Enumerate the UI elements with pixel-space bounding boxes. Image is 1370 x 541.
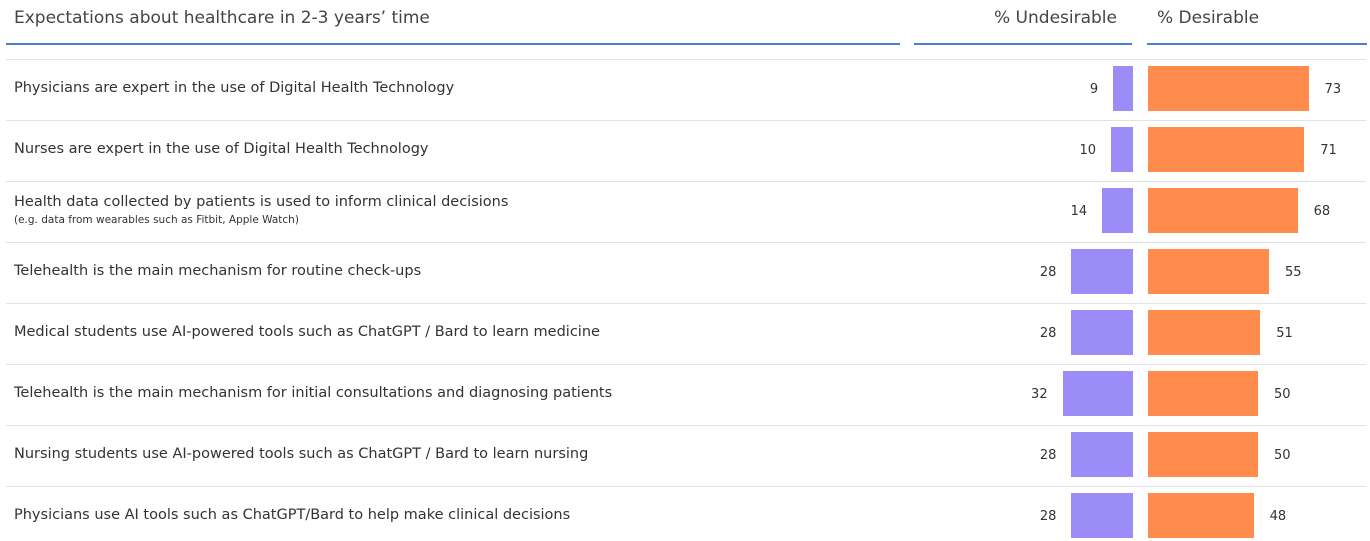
desirable-bar — [1148, 432, 1258, 477]
desirable-value: 50 — [1274, 447, 1291, 463]
row-separator — [6, 303, 1366, 304]
undesirable-value: 28 — [1039, 325, 1057, 341]
undesirable-value: 28 — [1039, 447, 1057, 463]
row-label: Telehealth is the main mechanism for ini… — [14, 384, 613, 401]
row-separator — [6, 120, 1366, 121]
undesirable-bar — [1102, 188, 1133, 233]
undesirable-column-header: % Undesirable — [994, 8, 1117, 28]
undesirable-bar — [1111, 127, 1133, 172]
undesirable-value: 32 — [1031, 386, 1048, 402]
desirable-value: 68 — [1313, 203, 1331, 219]
desirable-bar — [1148, 127, 1305, 172]
row-label: Physicians use AI tools such as ChatGPT/… — [14, 506, 571, 523]
undesirable-value: 14 — [1070, 203, 1088, 219]
desirable-value: 50 — [1274, 386, 1291, 402]
undesirable-value: 28 — [1039, 264, 1057, 280]
row-separator — [6, 242, 1366, 243]
row-separator — [6, 425, 1366, 426]
row-label: Health data collected by patients is use… — [14, 193, 509, 210]
row-label: Medical students use AI-powered tools su… — [14, 323, 600, 340]
desirable-value: 48 — [1269, 508, 1287, 524]
desirable-value: 51 — [1276, 325, 1293, 341]
chart-title: Expectations about healthcare in 2-3 yea… — [14, 8, 430, 28]
header-rule-undesirable — [914, 43, 1132, 45]
row-separator — [6, 486, 1366, 487]
desirable-value: 55 — [1285, 264, 1302, 280]
row-label: Physicians are expert in the use of Digi… — [14, 79, 455, 96]
header-rule-desirable — [1147, 43, 1367, 45]
undesirable-value: 10 — [1079, 142, 1096, 158]
desirable-bar — [1148, 188, 1298, 233]
desirable-value: 71 — [1320, 142, 1337, 158]
desirable-bar — [1148, 66, 1309, 111]
desirable-value: 73 — [1324, 81, 1342, 97]
undesirable-value: 28 — [1039, 508, 1057, 524]
desirable-bar — [1148, 249, 1269, 294]
row-label: Telehealth is the main mechanism for rou… — [14, 262, 422, 279]
desirable-bar — [1148, 310, 1261, 355]
row-subnote: (e.g. data from wearables such as Fitbit… — [14, 213, 299, 226]
undesirable-bar — [1113, 66, 1133, 111]
header-rule-labels — [6, 43, 900, 45]
desirable-column-header: % Desirable — [1157, 8, 1260, 28]
undesirable-value: 9 — [1089, 81, 1099, 97]
row-label: Nursing students use AI-powered tools su… — [14, 445, 589, 462]
undesirable-bar — [1071, 493, 1133, 538]
undesirable-bar — [1071, 310, 1133, 355]
undesirable-bar — [1071, 432, 1133, 477]
row-label: Nurses are expert in the use of Digital … — [14, 140, 429, 157]
desirable-bar — [1148, 371, 1258, 416]
row-separator — [6, 181, 1366, 182]
row-separator — [6, 59, 1366, 60]
row-separator — [6, 364, 1366, 365]
desirable-bar — [1148, 493, 1254, 538]
undesirable-bar — [1071, 249, 1133, 294]
undesirable-bar — [1062, 371, 1133, 416]
